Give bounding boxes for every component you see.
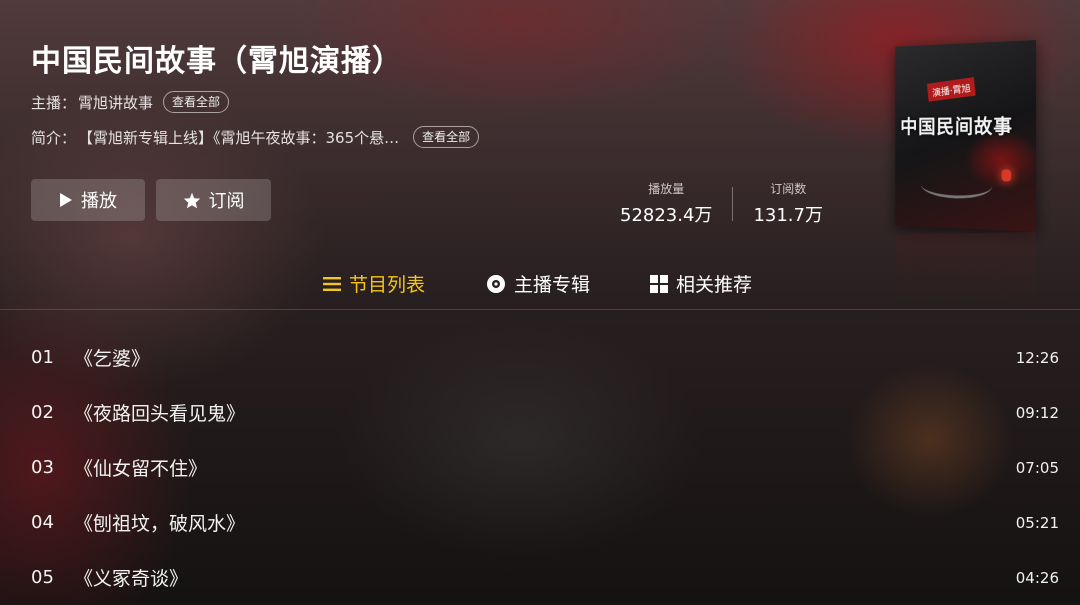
episode-title: 《刨祖坟，破风水》: [74, 513, 246, 535]
intro-label: 简介：: [31, 128, 77, 147]
host-name: 霄旭讲故事: [78, 93, 154, 112]
tab-divider: [0, 309, 1080, 310]
plays-stat: 播放量 52823.4万: [620, 180, 712, 227]
host-line: 主播： 霄旭讲故事 查看全部: [31, 91, 230, 113]
episode-duration: 07:05: [1015, 458, 1059, 477]
album-title: 中国民间故事（霄旭演播）: [31, 44, 403, 79]
episode-title: 《仙女留不住》: [74, 458, 208, 480]
tab-host-albums[interactable]: 主播专辑: [486, 270, 590, 297]
episode-number: 02: [31, 402, 54, 423]
cover-lantern-art: [1001, 169, 1012, 182]
play-icon: [59, 192, 73, 208]
episode-duration: 05:21: [1015, 513, 1059, 532]
play-button[interactable]: 播放: [31, 179, 145, 221]
episode-number: 03: [31, 457, 54, 478]
episode-row[interactable]: 04 《刨祖坟，破风水》 05:21: [0, 495, 1080, 550]
episode-duration: 09:12: [1015, 403, 1059, 422]
play-button-label: 播放: [81, 191, 117, 212]
episode-row[interactable]: 03 《仙女留不住》 07:05: [0, 440, 1080, 495]
intro-view-all-button[interactable]: 查看全部: [413, 126, 480, 148]
subs-label: 订阅数: [770, 182, 807, 196]
episode-number: 05: [31, 567, 54, 588]
stats-divider: [732, 186, 734, 221]
tab-episode-list-label: 节目列表: [349, 274, 426, 296]
episode-row[interactable]: 05 《义冢奇谈》 04:26: [0, 550, 1080, 605]
stats-panel: 播放量 52823.4万 订阅数 131.7万: [620, 180, 823, 227]
episode-number: 04: [31, 512, 54, 533]
episode-duration: 12:26: [1015, 348, 1059, 367]
list-icon: [323, 276, 341, 292]
tab-host-albums-label: 主播专辑: [514, 274, 591, 296]
grid-icon: [650, 274, 668, 293]
episode-title: 《乞婆》: [74, 348, 151, 370]
host-label: 主播：: [31, 93, 77, 112]
cover-stamp: 演播·霄旭: [926, 77, 976, 102]
cover-roof-art: [920, 168, 993, 200]
episode-row[interactable]: 02 《夜路回头看见鬼》 09:12: [0, 385, 1080, 440]
intro-text: 【霄旭新专辑上线】《霄旭午夜故事：365个悬…: [78, 128, 400, 147]
tab-related[interactable]: 相关推荐: [650, 270, 752, 297]
tab-episode-list[interactable]: 节目列表: [323, 270, 425, 297]
plays-label: 播放量: [648, 182, 685, 196]
album-cover: 演播·霄旭 中国民间故事: [895, 40, 1036, 232]
episode-row[interactable]: 01 《乞婆》 12:26: [0, 330, 1080, 385]
tab-related-label: 相关推荐: [676, 274, 753, 296]
episode-title: 《夜路回头看见鬼》: [74, 403, 246, 425]
plays-value: 52823.4万: [620, 205, 713, 226]
host-view-all-button[interactable]: 查看全部: [163, 91, 230, 113]
episode-number: 01: [31, 347, 54, 368]
intro-line: 简介： 【霄旭新专辑上线】《霄旭午夜故事：365个悬… 查看全部: [31, 126, 480, 148]
subs-stat: 订阅数 131.7万: [753, 180, 823, 227]
cover-title: 中国民间故事: [900, 114, 1013, 138]
subscribe-button[interactable]: 订阅: [156, 179, 271, 221]
subscribe-button-label: 订阅: [208, 191, 245, 212]
tab-bar: 节目列表 主播专辑 相关推荐: [0, 270, 1080, 300]
subs-value: 131.7万: [753, 205, 823, 226]
star-icon: [183, 192, 201, 209]
episode-duration: 04:26: [1015, 568, 1059, 587]
episode-title: 《义冢奇谈》: [74, 568, 189, 590]
disc-icon: [486, 274, 506, 294]
